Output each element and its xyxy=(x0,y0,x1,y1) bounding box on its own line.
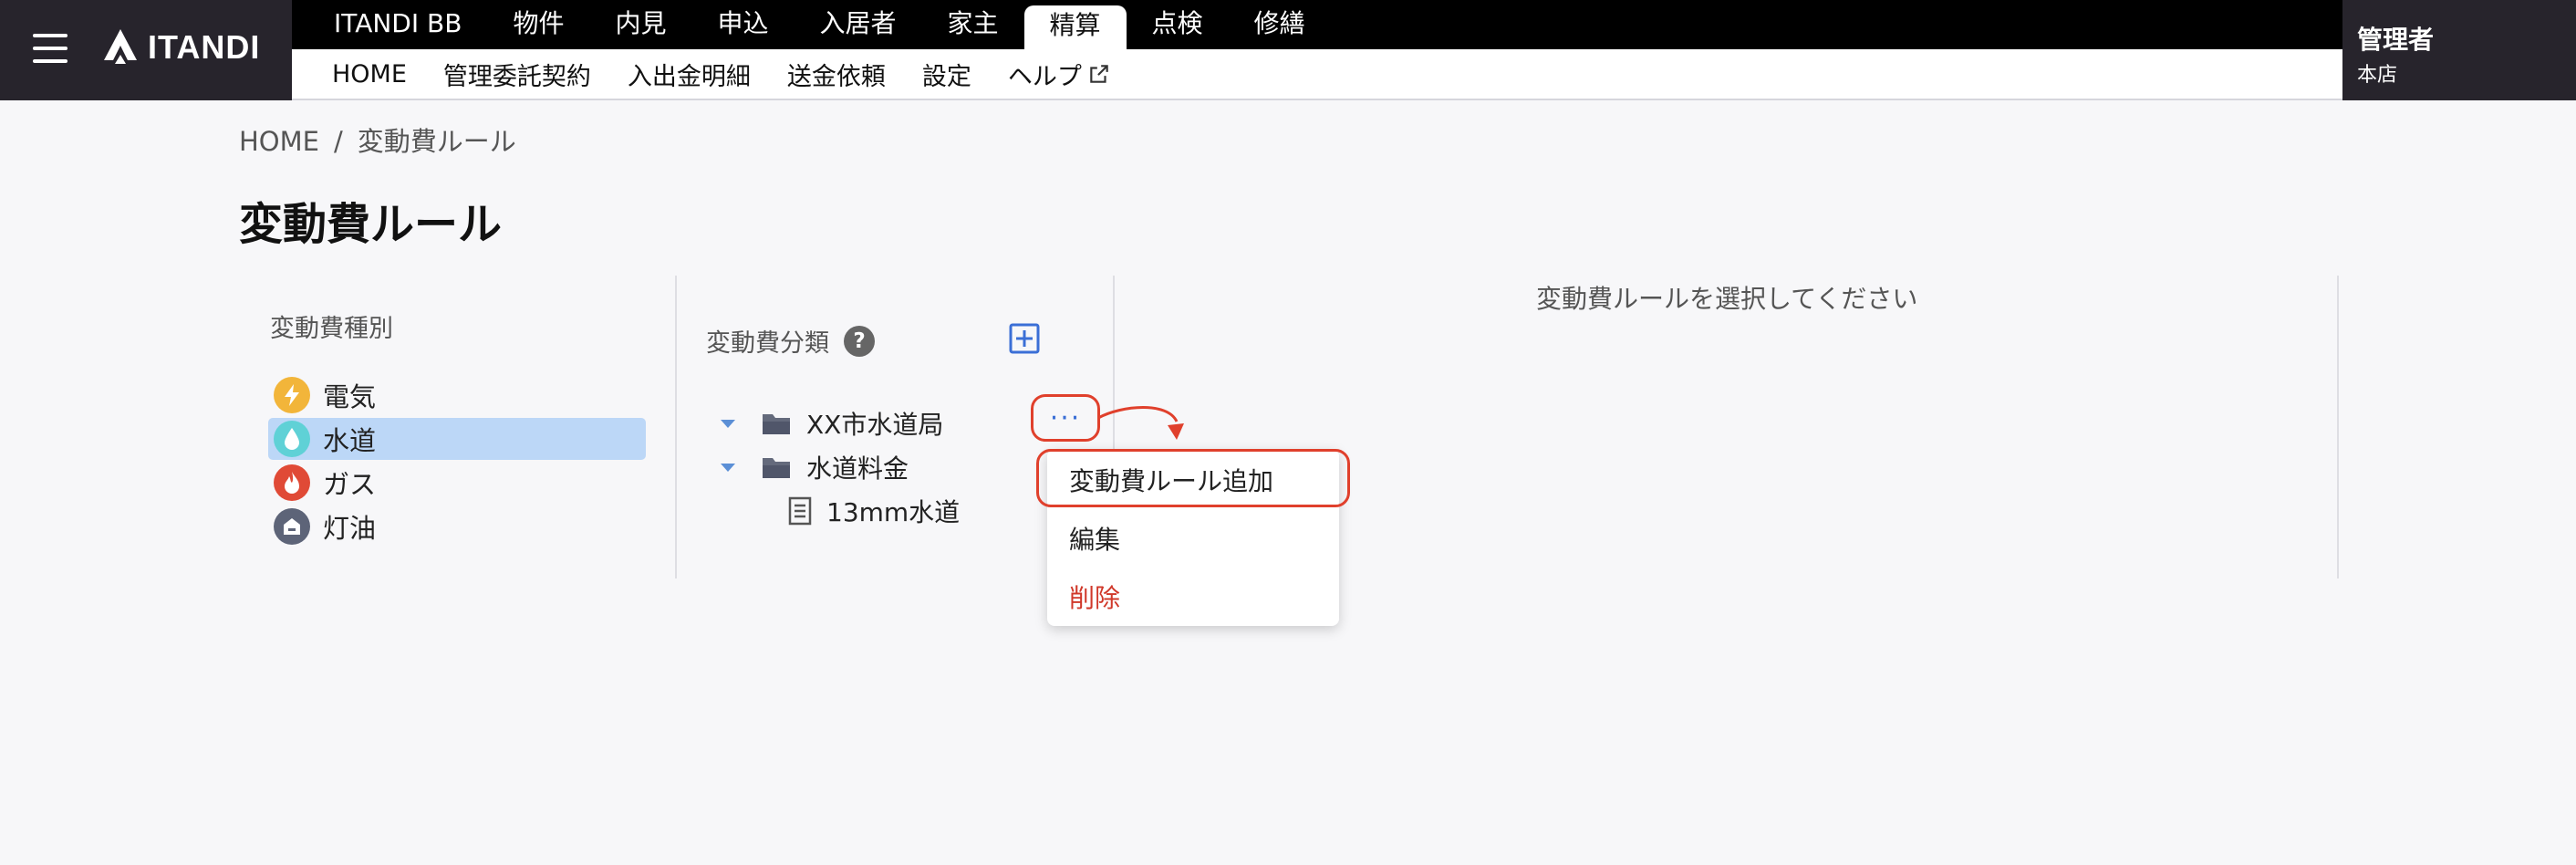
sub-nav: HOME 管理委託契約 入出金明細 送金依頼 設定 ヘルプ xyxy=(292,49,2342,100)
logo[interactable]: ITANDI xyxy=(102,27,260,68)
column-divider xyxy=(675,276,677,578)
flame-icon xyxy=(274,464,310,501)
tree-node-label: 13mm水道 xyxy=(826,497,961,527)
sub-nav-settings[interactable]: 設定 xyxy=(904,57,990,92)
help-icon[interactable]: ? xyxy=(844,325,875,357)
main-nav-inspection[interactable]: 点検 xyxy=(1127,4,1229,47)
tree-node-label: XX市水道局 xyxy=(806,410,944,440)
tree-node-folder[interactable]: 水道料金 xyxy=(721,449,909,485)
main-nav: ITANDI BB 物件 内見 申込 入居者 家主 精算 点検 修繕 xyxy=(292,0,2342,49)
category-panel-title: 変動費分類 ? xyxy=(706,323,875,359)
sub-nav-home[interactable]: HOME xyxy=(314,60,425,89)
sub-nav-management-contract[interactable]: 管理委託契約 xyxy=(425,57,609,92)
folder-icon xyxy=(763,414,790,434)
document-icon xyxy=(788,496,812,526)
user-branch: 本店 xyxy=(2357,64,2398,87)
tree-node-label: 水道料金 xyxy=(806,453,909,484)
tree-node-folder[interactable]: XX市水道局 xyxy=(721,405,943,442)
hamburger-menu-icon[interactable] xyxy=(33,34,68,63)
type-panel-title: 変動費種別 xyxy=(270,315,393,343)
type-list: 電気 水道 ガス 灯油 xyxy=(268,374,646,549)
more-options-button[interactable]: ··· xyxy=(1031,394,1100,442)
type-item-label: 灯油 xyxy=(323,513,377,544)
category-panel-title-text: 変動費分類 xyxy=(706,329,829,358)
main-nav-properties[interactable]: 物件 xyxy=(487,4,589,47)
main-nav-tenants[interactable]: 入居者 xyxy=(794,4,921,47)
main-nav-repair[interactable]: 修繕 xyxy=(1229,4,1331,47)
column-divider xyxy=(2337,276,2339,578)
main-nav-viewing[interactable]: 内見 xyxy=(589,4,691,47)
chevron-down-icon[interactable] xyxy=(721,463,735,472)
menu-item-delete[interactable]: 削除 xyxy=(1069,578,1120,615)
type-item-electricity[interactable]: 電気 xyxy=(268,374,646,416)
sub-nav-transactions[interactable]: 入出金明細 xyxy=(609,57,769,92)
type-item-water[interactable]: 水道 xyxy=(268,418,646,460)
user-account[interactable]: 管理者 本店 xyxy=(2342,0,2576,100)
external-link-icon xyxy=(1090,65,1108,83)
main-nav-settlement[interactable]: 精算 xyxy=(1023,5,1127,49)
sub-nav-remittance[interactable]: 送金依頼 xyxy=(769,57,904,92)
brand-block: ITANDI xyxy=(0,0,292,100)
folder-icon xyxy=(763,458,790,478)
main-nav-applications[interactable]: 申込 xyxy=(691,4,794,47)
user-role: 管理者 xyxy=(2357,25,2435,55)
breadcrumb-separator: / xyxy=(333,126,343,157)
logo-text: ITANDI xyxy=(148,28,261,66)
itandi-logo-icon xyxy=(104,29,137,64)
main-nav-owners[interactable]: 家主 xyxy=(922,4,1024,47)
breadcrumb: HOME / 変動費ルール xyxy=(239,120,516,159)
breadcrumb-current: 変動費ルール xyxy=(357,126,516,157)
main-nav-itandi-bb[interactable]: ITANDI BB xyxy=(308,4,487,47)
tree-node-rule[interactable]: 13mm水道 xyxy=(788,493,960,529)
menu-item-edit[interactable]: 編集 xyxy=(1069,520,1120,557)
annotation-highlight xyxy=(1036,449,1350,507)
water-drop-icon xyxy=(274,421,310,457)
sub-nav-help[interactable]: ヘルプ xyxy=(990,57,1129,92)
lightning-icon xyxy=(274,377,310,413)
heater-icon xyxy=(274,508,310,545)
type-item-label: 電気 xyxy=(323,381,377,412)
type-item-gas[interactable]: ガス xyxy=(268,462,646,504)
page-title: 変動費ルール xyxy=(239,199,503,250)
add-category-icon[interactable] xyxy=(1009,323,1040,354)
type-item-kerosene[interactable]: 灯油 xyxy=(268,505,646,547)
sub-nav-help-label: ヘルプ xyxy=(1007,62,1082,91)
type-item-label: 水道 xyxy=(323,425,377,456)
type-item-label: ガス xyxy=(323,469,377,500)
detail-placeholder: 変動費ルールを選択してください xyxy=(1536,284,1918,314)
breadcrumb-home[interactable]: HOME xyxy=(239,126,319,157)
annotation-arrow xyxy=(1097,406,1184,440)
chevron-down-icon[interactable] xyxy=(721,419,735,428)
